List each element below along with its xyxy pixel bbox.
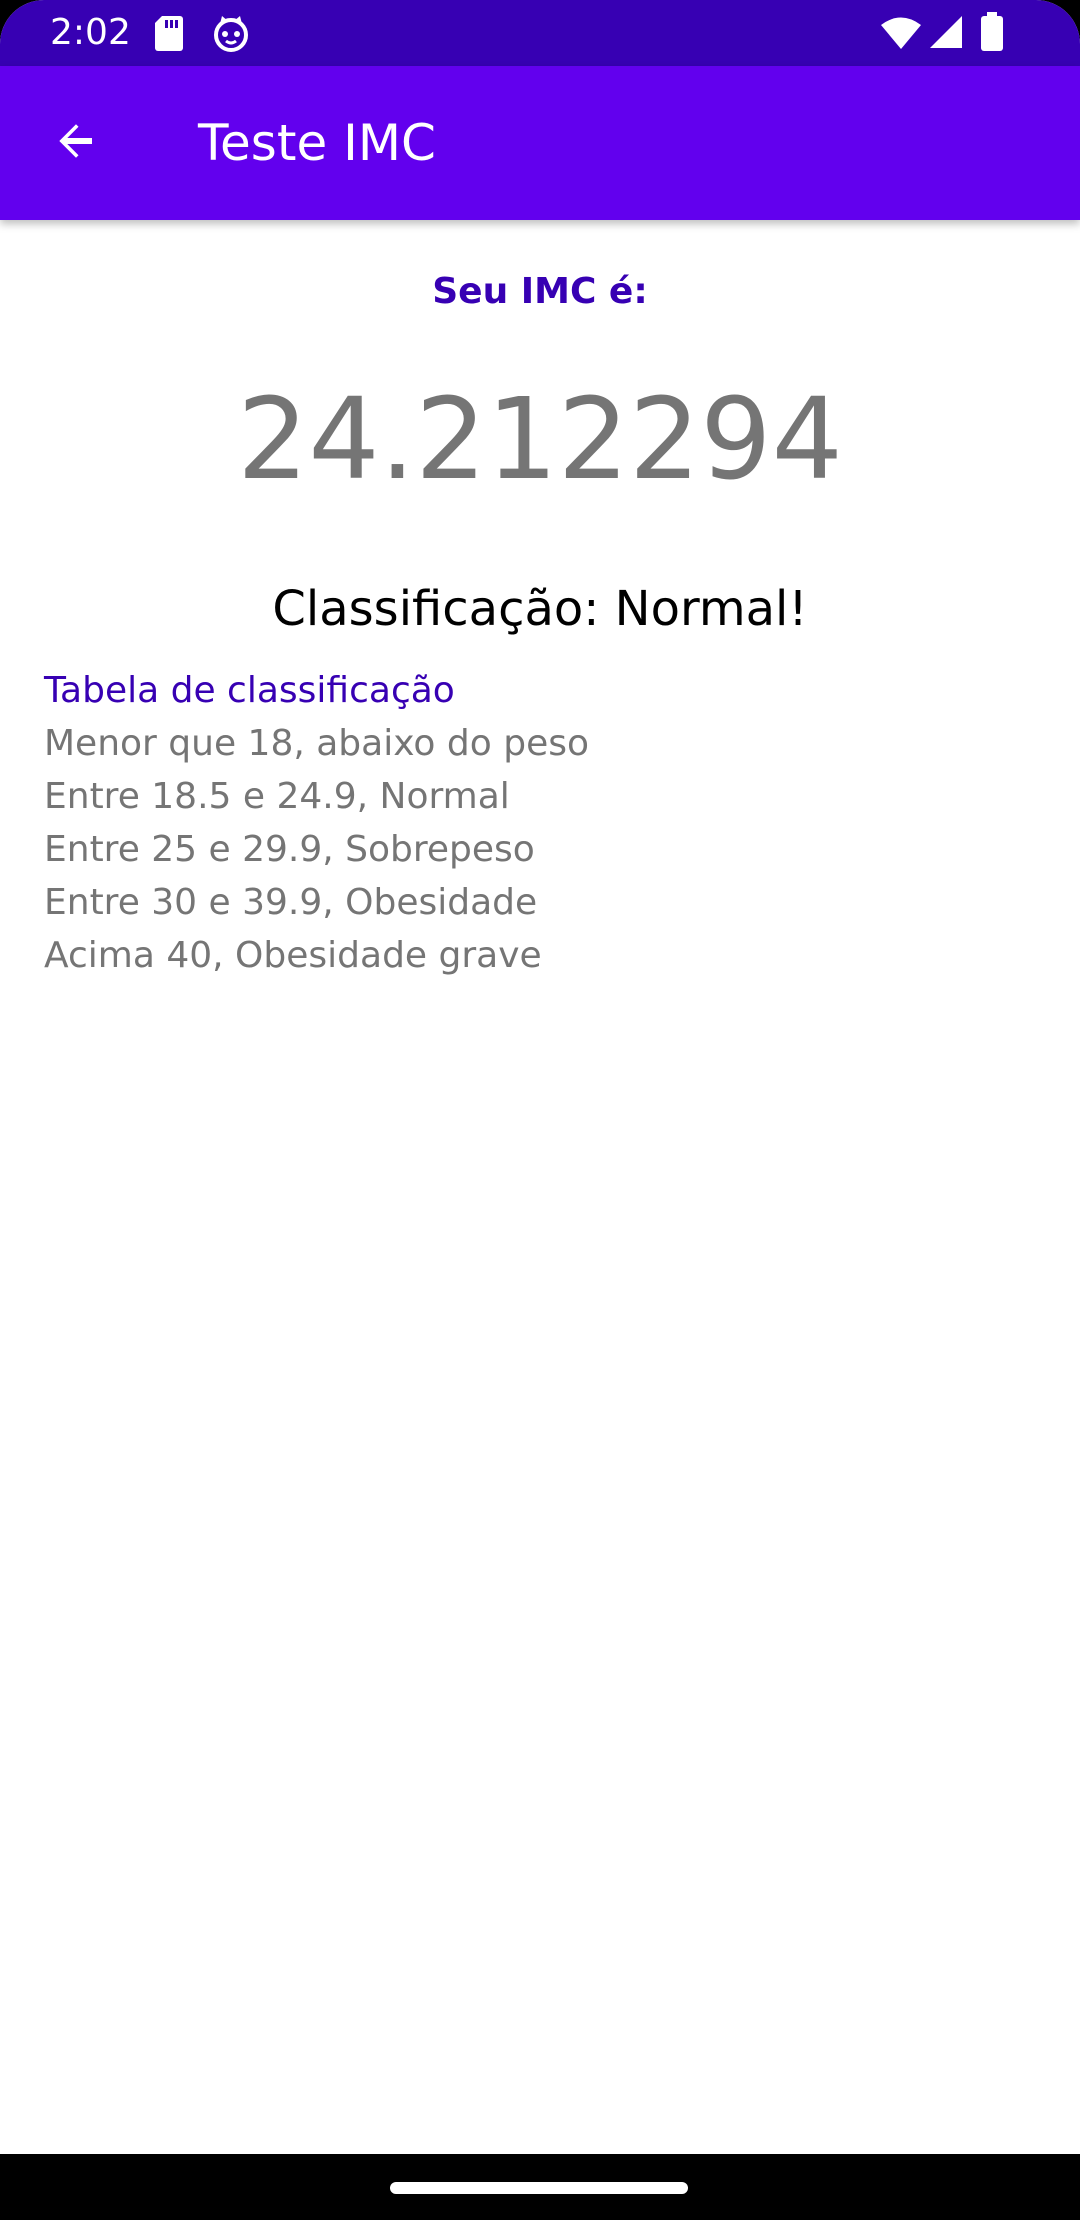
status-bar: 2:02 [0, 0, 1080, 66]
battery-icon [980, 12, 1004, 56]
status-time: 2:02 [50, 12, 131, 53]
sd-card-icon [154, 14, 184, 56]
result-heading: Seu IMC é: [432, 271, 648, 312]
navigation-bar [0, 2154, 1080, 2220]
arrow-back-icon [52, 117, 100, 169]
table-title: Tabela de classificação [44, 670, 455, 711]
home-handle[interactable] [390, 2182, 688, 2194]
table-row: Entre 18.5 e 24.9, Normal [44, 776, 510, 817]
table-row: Menor que 18, abaixo do peso [44, 723, 589, 764]
table-row: Entre 25 e 29.9, Sobrepeso [44, 829, 535, 870]
imc-value: 24.212294 [237, 375, 843, 505]
cat-icon [212, 14, 250, 56]
app-title: Teste IMC [198, 114, 436, 172]
wifi-icon [880, 16, 922, 54]
back-button[interactable] [34, 110, 118, 176]
app-bar: Teste IMC [0, 66, 1080, 220]
classification-text: Classificação: Normal! [272, 581, 808, 637]
classification-table: Tabela de classificação Menor que 18, ab… [44, 664, 589, 982]
table-row: Acima 40, Obesidade grave [44, 935, 542, 976]
signal-icon [928, 14, 964, 54]
screen: 2:02 Teste IMC Seu IMC é: 24.212294 Clas… [0, 0, 1080, 2220]
table-row: Entre 30 e 39.9, Obesidade [44, 882, 538, 923]
